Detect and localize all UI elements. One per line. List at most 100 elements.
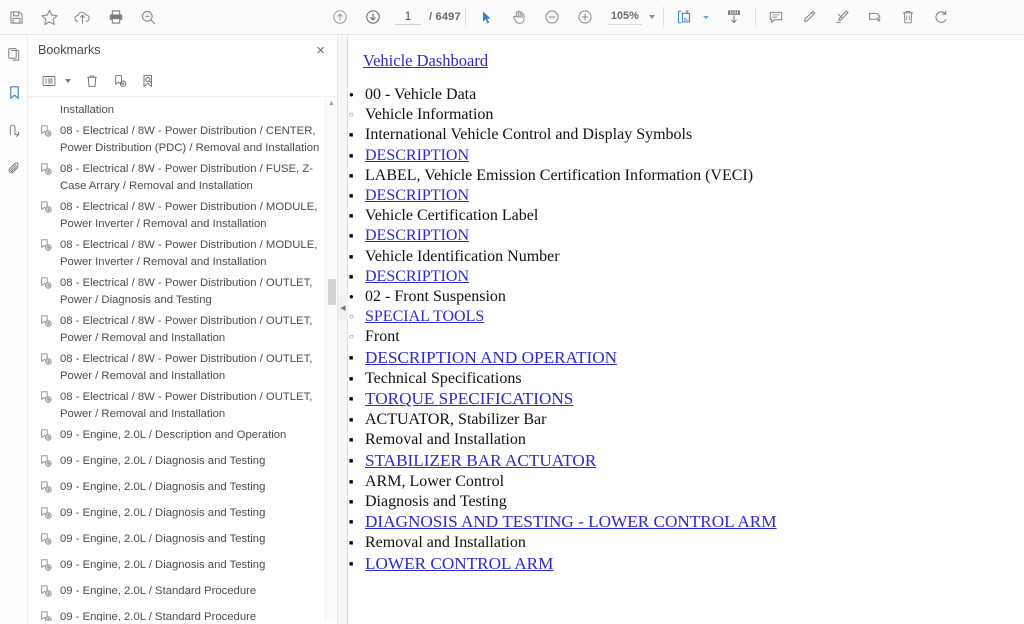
zoom-out-icon[interactable] — [536, 2, 569, 32]
bookmark-item-label: 09 - Engine, 2.0L / Description and Oper… — [60, 427, 321, 444]
outline-item: International Vehicle Control and Displa… — [349, 125, 1024, 165]
outline-item-link[interactable]: DESCRIPTION — [349, 226, 469, 246]
outline-item-link[interactable]: SPECIAL TOOLS — [349, 307, 484, 327]
outline-item-link[interactable]: STABILIZER BAR ACTUATOR — [349, 451, 596, 471]
bookmark-item[interactable]: 09 - Engine, 2.0L / Standard Procedure — [28, 607, 337, 621]
outline-item-link[interactable]: DESCRIPTION AND OPERATION — [349, 348, 617, 368]
pdf-reader-window: / 6497 — [0, 0, 1024, 624]
delete-trash-icon[interactable] — [892, 2, 925, 32]
bookmark-item-label: 08 - Electrical / 8W - Power Distributio… — [60, 199, 321, 233]
outline-level-4: DESCRIPTION — [349, 267, 1024, 287]
bookmark-item[interactable]: 08 - Electrical / 8W - Power Distributio… — [28, 159, 337, 197]
bullet-square-icon — [349, 430, 353, 452]
bookmark-item[interactable]: 08 - Electrical / 8W - Power Distributio… — [28, 387, 337, 425]
bookmark-options-chevron-down-icon[interactable] — [65, 79, 71, 83]
top-toolbar: / 6497 — [0, 0, 1024, 35]
upload-cloud-icon[interactable] — [66, 2, 99, 32]
zoom-in-icon[interactable] — [569, 2, 602, 32]
bookmark-item[interactable]: 08 - Electrical / 8W - Power Distributio… — [28, 311, 337, 349]
bookmark-item[interactable]: 09 - Engine, 2.0L / Diagnosis and Testin… — [28, 477, 337, 503]
fit-width-icon[interactable] — [718, 2, 751, 32]
bookmark-item[interactable]: 08 - Electrical / 8W - Power Distributio… — [28, 273, 337, 311]
bookmark-options-icon[interactable] — [36, 69, 62, 93]
fit-tools-group — [668, 2, 751, 32]
outline-item-link[interactable]: LOWER CONTROL ARM — [349, 554, 553, 574]
outline-item-link[interactable]: DESCRIPTION — [349, 146, 469, 166]
scroll-up-arrow-icon[interactable]: ▲ — [326, 97, 337, 109]
edit-bookmark-icon[interactable] — [135, 69, 161, 93]
fit-page-chevron-down-icon[interactable] — [703, 16, 709, 19]
bullet-square-icon — [349, 226, 353, 248]
sidebar-thumbnails-icon[interactable] — [0, 35, 28, 73]
collapse-panel-icon[interactable]: ◀ — [338, 295, 348, 321]
favorite-star-icon[interactable] — [33, 2, 66, 32]
bookmarks-scrollbar[interactable]: ▲ — [325, 97, 337, 621]
outline-item: Vehicle Identification NumberDESCRIPTION — [349, 247, 1024, 287]
document-title-link[interactable]: Vehicle Dashboard — [363, 51, 488, 71]
next-page-icon[interactable] — [356, 2, 389, 32]
comment-icon[interactable] — [760, 2, 793, 32]
pan-hand-icon[interactable] — [503, 2, 536, 32]
bookmark-item[interactable]: 08 - Electrical / 8W - Power Distributio… — [28, 235, 337, 273]
page-nav-group: / 6497 — [323, 2, 461, 32]
outline-item-label: International Vehicle Control and Displa… — [349, 125, 692, 145]
bullet-circle-icon — [349, 327, 354, 349]
bookmark-page-icon — [39, 390, 56, 411]
outline-item: ARM, Lower ControlDiagnosis and TestingD… — [349, 472, 1024, 575]
bookmark-item[interactable]: 09 - Engine, 2.0L / Diagnosis and Testin… — [28, 503, 337, 529]
bookmark-item[interactable]: 09 - Engine, 2.0L / Diagnosis and Testin… — [28, 555, 337, 581]
bookmark-item[interactable]: 09 - Engine, 2.0L / Diagnosis and Testin… — [28, 451, 337, 477]
bullet-square-icon — [349, 206, 353, 228]
search-icon[interactable] — [132, 2, 165, 32]
outline-item: Removal and InstallationLOWER CONTROL AR… — [349, 533, 1024, 574]
bookmark-item[interactable]: 08 - Electrical / 8W - Power Distributio… — [28, 349, 337, 387]
bookmark-item-label: 09 - Engine, 2.0L / Diagnosis and Testin… — [60, 557, 321, 574]
bookmarks-list[interactable]: Installation08 - Electrical / 8W - Power… — [28, 97, 337, 621]
highlight-pen-icon[interactable] — [793, 2, 826, 32]
sidebar-attachments-icon[interactable] — [0, 149, 28, 187]
annotation-tools-group — [760, 2, 958, 32]
bookmarks-panel-title: Bookmarks — [38, 43, 101, 57]
outline-item-link[interactable]: DESCRIPTION — [349, 186, 469, 206]
draw-pen-icon[interactable] — [826, 2, 859, 32]
outline-item-link[interactable]: DIAGNOSIS AND TESTING - LOWER CONTROL AR… — [349, 512, 777, 532]
select-cursor-icon[interactable] — [470, 2, 503, 32]
bookmark-item[interactable]: 09 - Engine, 2.0L / Description and Oper… — [28, 425, 337, 451]
bullet-square-icon — [349, 512, 353, 534]
previous-page-icon[interactable] — [323, 2, 356, 32]
zoom-level-label[interactable]: 105% — [608, 9, 642, 25]
file-tools-group — [0, 2, 165, 32]
bookmark-item[interactable]: Installation — [28, 100, 337, 121]
close-icon[interactable]: × — [312, 41, 329, 60]
bookmark-item-label: 09 - Engine, 2.0L / Standard Procedure — [60, 609, 321, 621]
sidebar-signature-icon[interactable] — [0, 111, 28, 149]
print-icon[interactable] — [99, 2, 132, 32]
outline-level-4: DESCRIPTION — [349, 186, 1024, 206]
outline-item-label: ACTUATOR, Stabilizer Bar — [349, 410, 546, 430]
bookmarks-panel-header: Bookmarks × — [28, 35, 337, 65]
sidebar-bookmarks-icon[interactable] — [0, 73, 28, 111]
outline-item: SPECIAL TOOLS — [349, 307, 1024, 327]
document-viewport[interactable]: Vehicle Dashboard 00 - Vehicle DataVehic… — [349, 35, 1024, 624]
outline-item-link[interactable]: TORQUE SPECIFICATIONS — [349, 389, 573, 409]
add-bookmark-icon[interactable] — [107, 69, 133, 93]
bookmarks-scrollbar-thumb[interactable] — [328, 279, 336, 305]
save-icon[interactable] — [0, 2, 33, 32]
panel-splitter[interactable]: ◀ — [338, 35, 348, 624]
bookmark-item[interactable]: 08 - Electrical / 8W - Power Distributio… — [28, 121, 337, 159]
bookmark-item-label: 09 - Engine, 2.0L / Diagnosis and Testin… — [60, 479, 321, 496]
fit-page-icon[interactable] — [668, 2, 701, 32]
bookmark-item-label: 09 - Engine, 2.0L / Diagnosis and Testin… — [60, 531, 321, 548]
delete-bookmark-icon[interactable] — [79, 69, 105, 93]
bookmark-page-icon — [39, 352, 56, 373]
bookmark-item[interactable]: 08 - Electrical / 8W - Power Distributio… — [28, 197, 337, 235]
bookmark-item[interactable]: 09 - Engine, 2.0L / Standard Procedure — [28, 581, 337, 607]
stamp-icon[interactable] — [859, 2, 892, 32]
zoom-chevron-down-icon[interactable] — [649, 15, 655, 19]
rotate-icon[interactable] — [925, 2, 958, 32]
page-total: / 6497 — [429, 11, 461, 23]
bookmark-item[interactable]: 09 - Engine, 2.0L / Diagnosis and Testin… — [28, 529, 337, 555]
page-number-input[interactable] — [395, 10, 421, 25]
bullet-square-icon — [349, 451, 353, 473]
outline-item-link[interactable]: DESCRIPTION — [349, 267, 469, 287]
